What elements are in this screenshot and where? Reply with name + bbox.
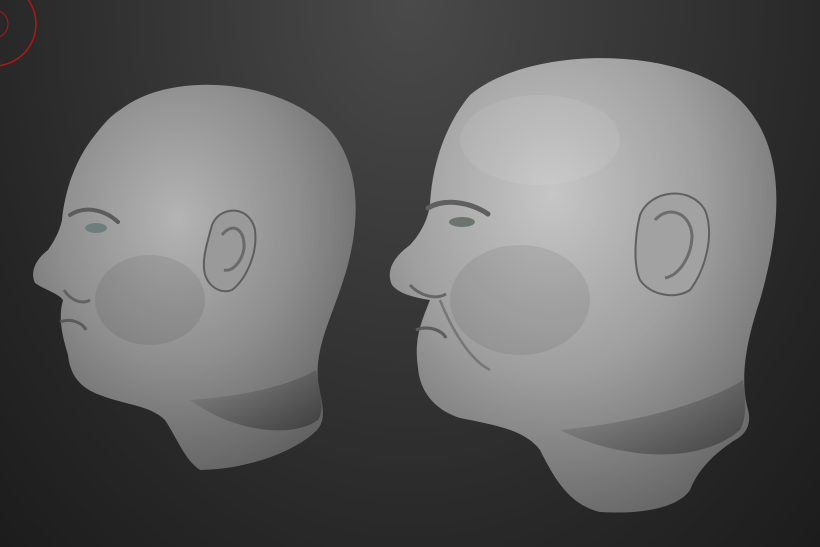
eye [449,217,475,227]
skull-highlight [460,95,620,185]
head-model-detailed[interactable] [389,58,777,513]
cheek-shadow [95,255,205,345]
head-model-base[interactable] [33,84,356,470]
cheek-shadow [450,245,590,355]
sculpt-viewport[interactable] [0,0,820,547]
brush-ring-icon [0,0,37,67]
eye [85,223,107,233]
viewport-canvas[interactable] [0,0,820,547]
